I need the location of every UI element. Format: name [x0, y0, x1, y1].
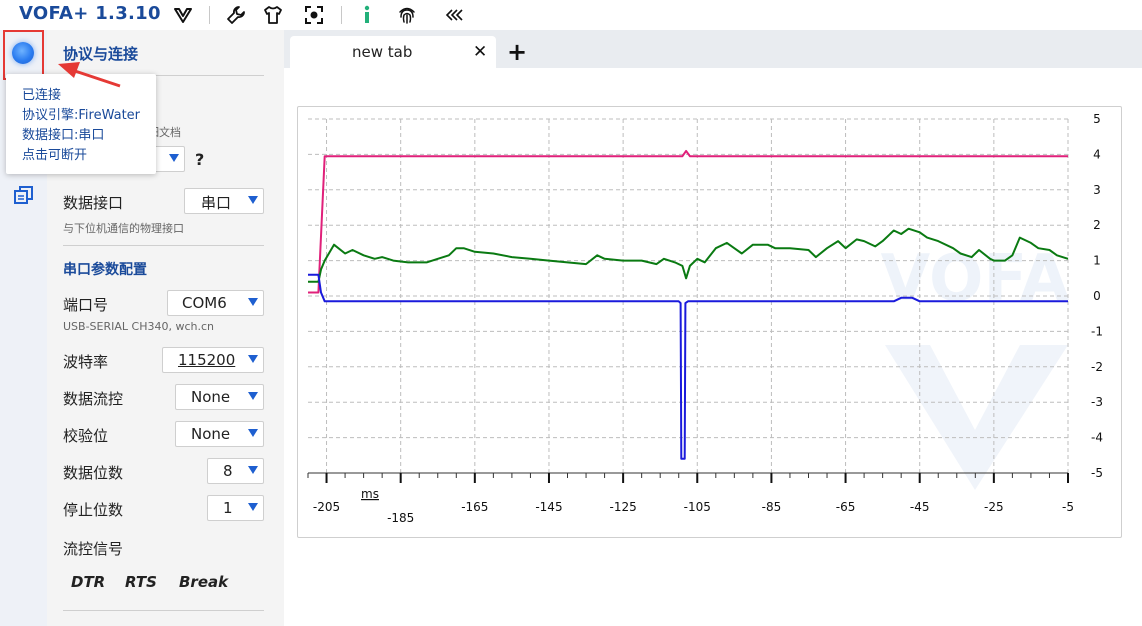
y-tick-label: -2 — [1091, 360, 1103, 374]
y-tick-label: 1 — [1093, 254, 1101, 268]
x-tick-label: -125 — [610, 500, 637, 514]
x-tick-label: -165 — [461, 500, 488, 514]
waveform-chart: VOFA-205-185-165 -145 -125 -105 -85 -65 -45 -25… — [307, 112, 1103, 525]
y-tick-label: 3 — [1093, 183, 1101, 197]
x-tick-label: -65 — [836, 500, 856, 514]
x-tick-label: -25 — [984, 500, 1004, 514]
y-tick-label: -3 — [1091, 395, 1103, 409]
x-tick-label: -5 — [1062, 500, 1074, 514]
x-tick-label: -85 — [762, 500, 782, 514]
x-tick-label: -185 — [387, 511, 414, 525]
y-tick-label: 0 — [1093, 289, 1101, 303]
y-tick-label: 5 — [1093, 112, 1101, 126]
x-tick-label: -145 — [535, 500, 562, 514]
x-tick-label: -45 — [910, 500, 930, 514]
x-unit-label: ms — [361, 487, 379, 501]
y-tick-label: 2 — [1093, 218, 1101, 232]
y-tick-label: -1 — [1091, 324, 1103, 338]
y-tick-label: 4 — [1093, 147, 1101, 161]
x-tick-label: -105 — [684, 500, 711, 514]
vofa-window: VOFA+ 1.3.10 协议与连接 细文档 ? 数据接口 串口 与下位机通信的… — [0, 0, 1142, 626]
y-tick-label: -4 — [1091, 431, 1103, 445]
x-tick-label: -205 — [313, 500, 340, 514]
y-tick-label: -5 — [1091, 466, 1103, 480]
